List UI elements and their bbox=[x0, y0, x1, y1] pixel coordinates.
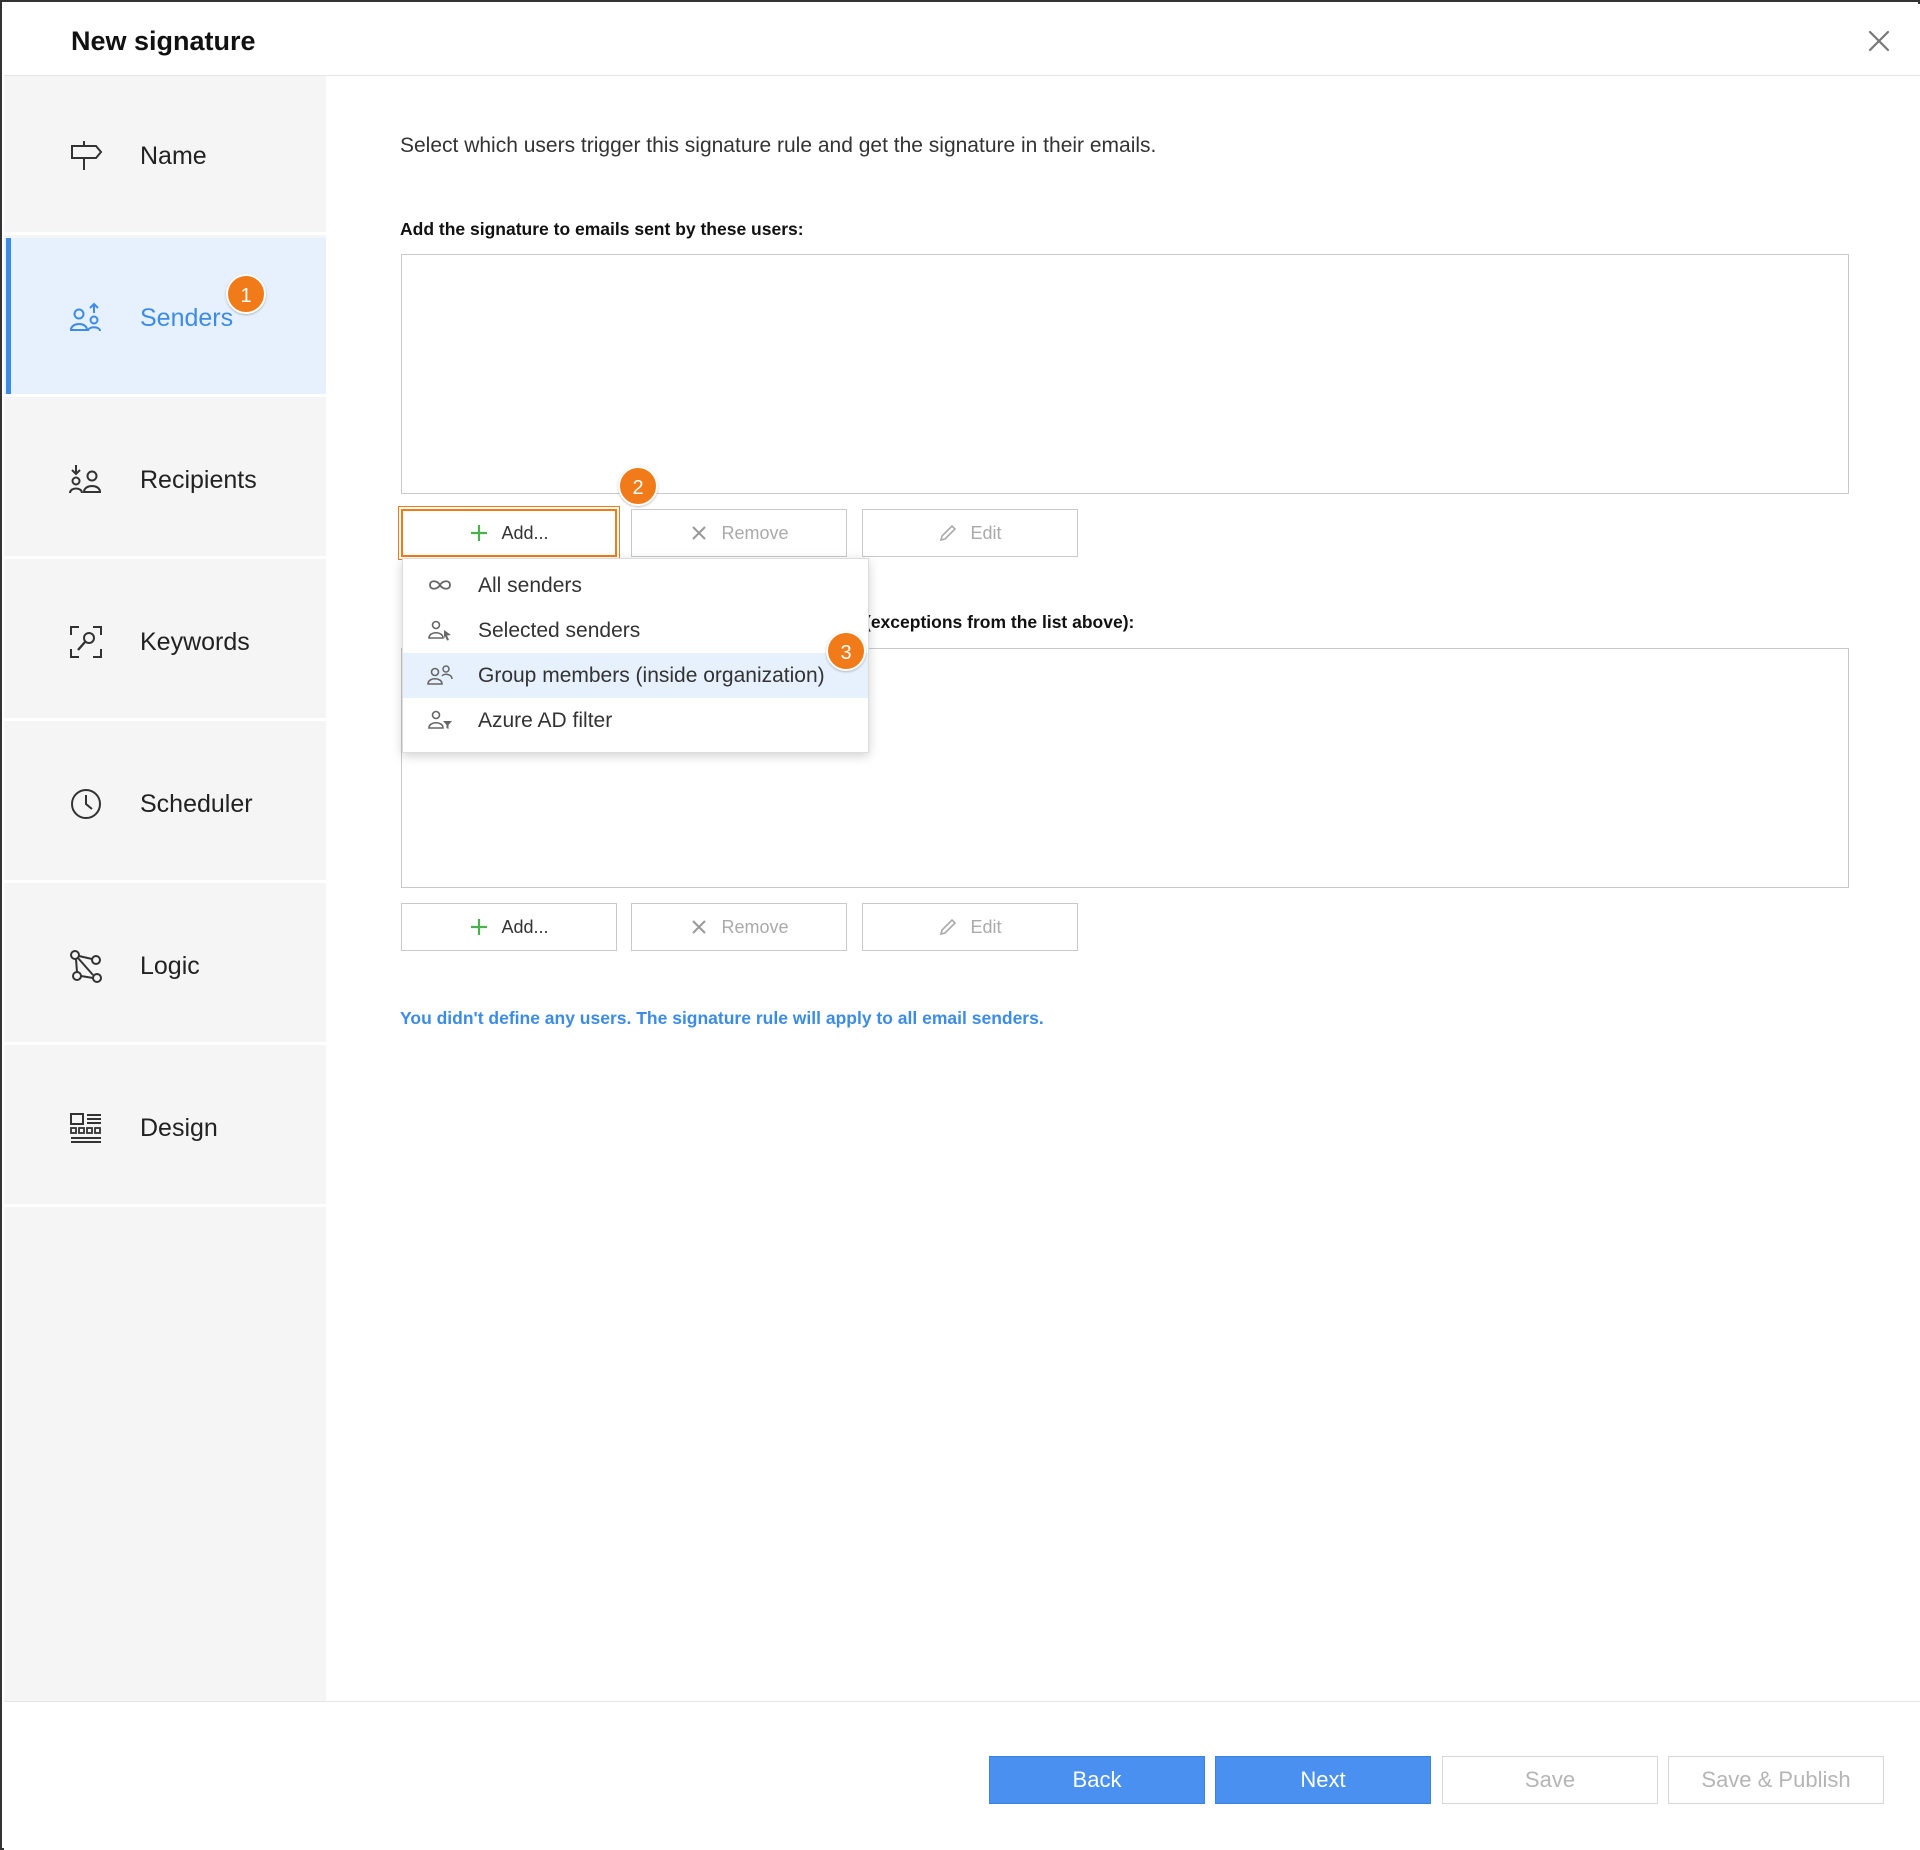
save-publish-button[interactable]: Save & Publish bbox=[1668, 1756, 1884, 1804]
remove-button-label: Remove bbox=[721, 522, 789, 543]
group-icon bbox=[427, 664, 453, 686]
step-badge-1: 1 bbox=[226, 274, 266, 314]
menu-item-all-senders[interactable]: All senders bbox=[403, 563, 868, 608]
menu-item-label: Selected senders bbox=[478, 618, 641, 642]
close-icon bbox=[1868, 30, 1890, 52]
back-button[interactable]: Back bbox=[989, 1756, 1205, 1804]
menu-item-group-members[interactable]: Group members (inside organization) bbox=[403, 653, 868, 698]
save-button[interactable]: Save bbox=[1442, 1756, 1658, 1804]
plus-icon bbox=[471, 919, 488, 935]
menu-item-azure-ad-filter[interactable]: Azure AD filter bbox=[403, 698, 868, 743]
include-users-label: Add the signature to emails sent by thes… bbox=[400, 219, 804, 239]
sidebar-item-design[interactable]: Design bbox=[4, 1048, 326, 1207]
include-users-list[interactable] bbox=[401, 254, 1849, 494]
no-users-info: You didn't define any users. The signatu… bbox=[400, 1008, 1044, 1028]
add-button-label: Add... bbox=[501, 522, 549, 543]
sidebar: Name Senders Recipients Keywords Schedul… bbox=[4, 76, 326, 1701]
clock-icon bbox=[68, 786, 104, 822]
menu-item-label: All senders bbox=[478, 573, 582, 597]
main-panel: Select which users trigger this signatur… bbox=[326, 76, 1920, 1701]
sidebar-item-label: Recipients bbox=[140, 466, 257, 494]
edit-button-label: Edit bbox=[970, 522, 1002, 543]
pencil-icon bbox=[940, 918, 957, 936]
design-icon bbox=[68, 1110, 104, 1146]
remove-button-label: Remove bbox=[721, 916, 789, 937]
sidebar-item-recipients[interactable]: Recipients bbox=[4, 400, 326, 559]
exclude-add-button[interactable]: Add... bbox=[401, 903, 617, 951]
sidebar-item-label: Design bbox=[140, 1114, 218, 1142]
x-icon bbox=[692, 920, 707, 934]
menu-item-label: Group members (inside organization) bbox=[478, 663, 825, 687]
infinity-icon bbox=[427, 574, 453, 596]
plus-icon bbox=[471, 525, 488, 541]
sidebar-item-label: Senders bbox=[140, 304, 234, 332]
edit-button-label: Edit bbox=[970, 916, 1002, 937]
recipients-icon bbox=[68, 462, 104, 498]
dialog-window: New signature Name Senders Recipients Ke… bbox=[0, 0, 1920, 1850]
dialog-footer: Back Next Save Save & Publish bbox=[4, 1701, 1920, 1850]
step-badge-2: 2 bbox=[618, 466, 658, 506]
signpost-icon bbox=[68, 138, 104, 174]
user-filter-icon bbox=[427, 709, 453, 731]
sidebar-item-senders[interactable]: Senders bbox=[4, 238, 326, 397]
sidebar-item-keywords[interactable]: Keywords bbox=[4, 562, 326, 721]
sidebar-item-scheduler[interactable]: Scheduler bbox=[4, 724, 326, 883]
close-button[interactable] bbox=[1860, 22, 1898, 60]
user-cursor-icon bbox=[427, 619, 453, 641]
add-button-label: Add... bbox=[501, 916, 549, 937]
exclude-remove-button[interactable]: Remove bbox=[631, 903, 847, 951]
sidebar-item-label: Name bbox=[140, 142, 207, 170]
page-description: Select which users trigger this signatur… bbox=[400, 134, 1157, 157]
next-button[interactable]: Next bbox=[1215, 1756, 1431, 1804]
include-remove-button[interactable]: Remove bbox=[631, 509, 847, 557]
sidebar-item-label: Keywords bbox=[140, 628, 250, 656]
x-icon bbox=[692, 526, 707, 540]
include-edit-button[interactable]: Edit bbox=[862, 509, 1078, 557]
menu-item-selected-senders[interactable]: Selected senders bbox=[403, 608, 868, 653]
dialog-title: New signature bbox=[71, 26, 256, 56]
step-badge-3: 3 bbox=[826, 631, 866, 671]
sidebar-item-label: Logic bbox=[140, 952, 200, 980]
logic-icon bbox=[68, 948, 104, 984]
sidebar-item-logic[interactable]: Logic bbox=[4, 886, 326, 1045]
senders-icon bbox=[68, 300, 104, 336]
sidebar-item-name[interactable]: Name bbox=[4, 76, 326, 235]
add-dropdown-menu: All senders Selected senders Group membe… bbox=[402, 558, 869, 753]
pencil-icon bbox=[940, 524, 957, 542]
dialog-header: New signature bbox=[4, 4, 1920, 76]
include-add-button[interactable]: Add... bbox=[398, 506, 620, 560]
menu-item-label: Azure AD filter bbox=[478, 708, 613, 732]
exclude-users-label: (exceptions from the list above): bbox=[865, 612, 1135, 632]
exclude-edit-button[interactable]: Edit bbox=[862, 903, 1078, 951]
sidebar-item-label: Scheduler bbox=[140, 790, 253, 818]
keywords-icon bbox=[68, 624, 104, 660]
